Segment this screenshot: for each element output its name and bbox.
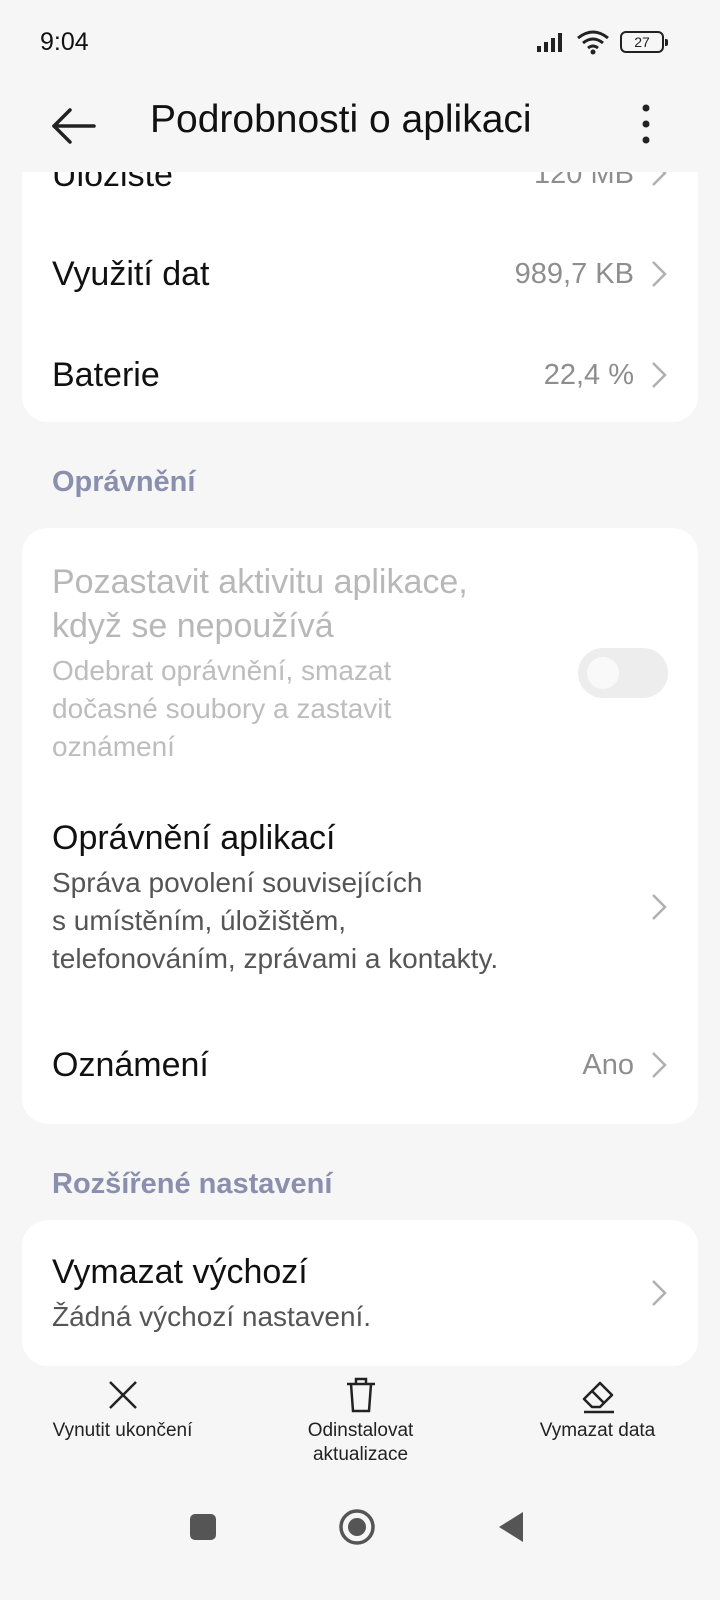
clear-defaults-row[interactable]: Vymazat výchozí Žádná výchozí nastavení. (22, 1220, 698, 1366)
pause-activity-toggle[interactable] (578, 648, 668, 698)
battery-icon: 27 (620, 31, 668, 53)
toggle-knob (587, 657, 619, 689)
data-usage-value: 989,7 KB (514, 258, 634, 290)
clear-defaults-title: Vymazat výchozí (52, 1253, 308, 1291)
notifications-value: Ano (582, 1049, 634, 1081)
uninstall-updates-label-line2: aktualizace (312, 1444, 409, 1465)
uninstall-updates-button[interactable]: Odinstalovat aktualizace (268, 1375, 453, 1467)
eraser-icon (582, 1381, 614, 1414)
status-time: 9:04 (40, 28, 89, 56)
pause-activity-title-line2: když se nepoužívá (52, 607, 334, 645)
permissions-card: Pozastavit aktivitu aplikace, když se ne… (22, 528, 698, 1124)
advanced-card: Vymazat výchozí Žádná výchozí nastavení. (22, 1220, 698, 1366)
notifications-title: Oznámení (52, 1046, 209, 1084)
force-stop-label: Vynutit ukončení (52, 1420, 193, 1441)
wifi-icon (577, 30, 609, 55)
pause-activity-sub-line1: Odebrat oprávnění, smazat (52, 655, 392, 686)
app-header: Podrobnosti o aplikaci (0, 84, 720, 172)
app-permissions-sub-line3: telefonováním, zprávami a kontakty. (52, 943, 499, 974)
battery-title: Baterie (52, 356, 160, 394)
signal-icon (537, 33, 562, 52)
trash-icon (346, 1377, 375, 1413)
page-title: Podrobnosti o aplikaci (150, 98, 532, 141)
triangle-back-icon[interactable] (497, 1510, 527, 1544)
pause-activity-row[interactable]: Pozastavit aktivitu aplikace, když se ne… (22, 528, 698, 790)
chevron-right-icon (652, 261, 667, 287)
clear-defaults-subtitle: Žádná výchozí nastavení. (52, 1301, 372, 1332)
permissions-section-header: Oprávnění (52, 466, 196, 498)
circle-icon[interactable] (337, 1507, 377, 1547)
app-permissions-sub-line2: s umístěním, úložištěm, (52, 905, 347, 936)
advanced-section-header: Rozšířené nastavení (52, 1168, 333, 1200)
more-vertical-icon[interactable] (636, 100, 656, 152)
pause-activity-sub-line3: oznámení (52, 731, 175, 762)
clear-data-button[interactable]: Vymazat data (505, 1375, 690, 1443)
battery-value: 22,4 % (543, 359, 634, 391)
battery-level: 27 (634, 34, 650, 50)
square-icon[interactable] (188, 1512, 218, 1542)
app-permissions-sub-line1: Správa povolení souvisejících (52, 867, 423, 898)
status-bar: 9:04 27 (0, 0, 720, 84)
force-stop-button[interactable]: Vynutit ukončení (30, 1375, 215, 1443)
pause-activity-sub-line2: dočasné soubory a zastavit (52, 693, 392, 724)
pause-activity-title-line1: Pozastavit aktivitu aplikace, (52, 563, 468, 601)
data-usage-row[interactable]: Využití dat 989,7 KB (22, 225, 698, 325)
battery-row[interactable]: Baterie 22,4 % (22, 325, 698, 422)
data-usage-title: Využití dat (52, 255, 210, 293)
clear-data-label: Vymazat data (539, 1420, 656, 1441)
app-permissions-row[interactable]: Oprávnění aplikací Správa povolení souvi… (22, 790, 698, 1012)
app-permissions-title: Oprávnění aplikací (52, 819, 336, 857)
arrow-left-icon[interactable] (48, 104, 100, 148)
navigation-bar (0, 1495, 720, 1565)
bottom-action-bar: Vynutit ukončení Odinstalovat aktualizac… (0, 1375, 720, 1485)
chevron-right-icon (652, 362, 667, 388)
status-icons: 27 (536, 28, 668, 56)
uninstall-updates-label-line1: Odinstalovat (307, 1420, 414, 1441)
close-icon (108, 1381, 137, 1409)
chevron-right-icon (652, 894, 667, 920)
chevron-right-icon (652, 1280, 667, 1306)
notifications-row[interactable]: Oznámení Ano (22, 1012, 698, 1124)
chevron-right-icon (652, 1052, 667, 1078)
